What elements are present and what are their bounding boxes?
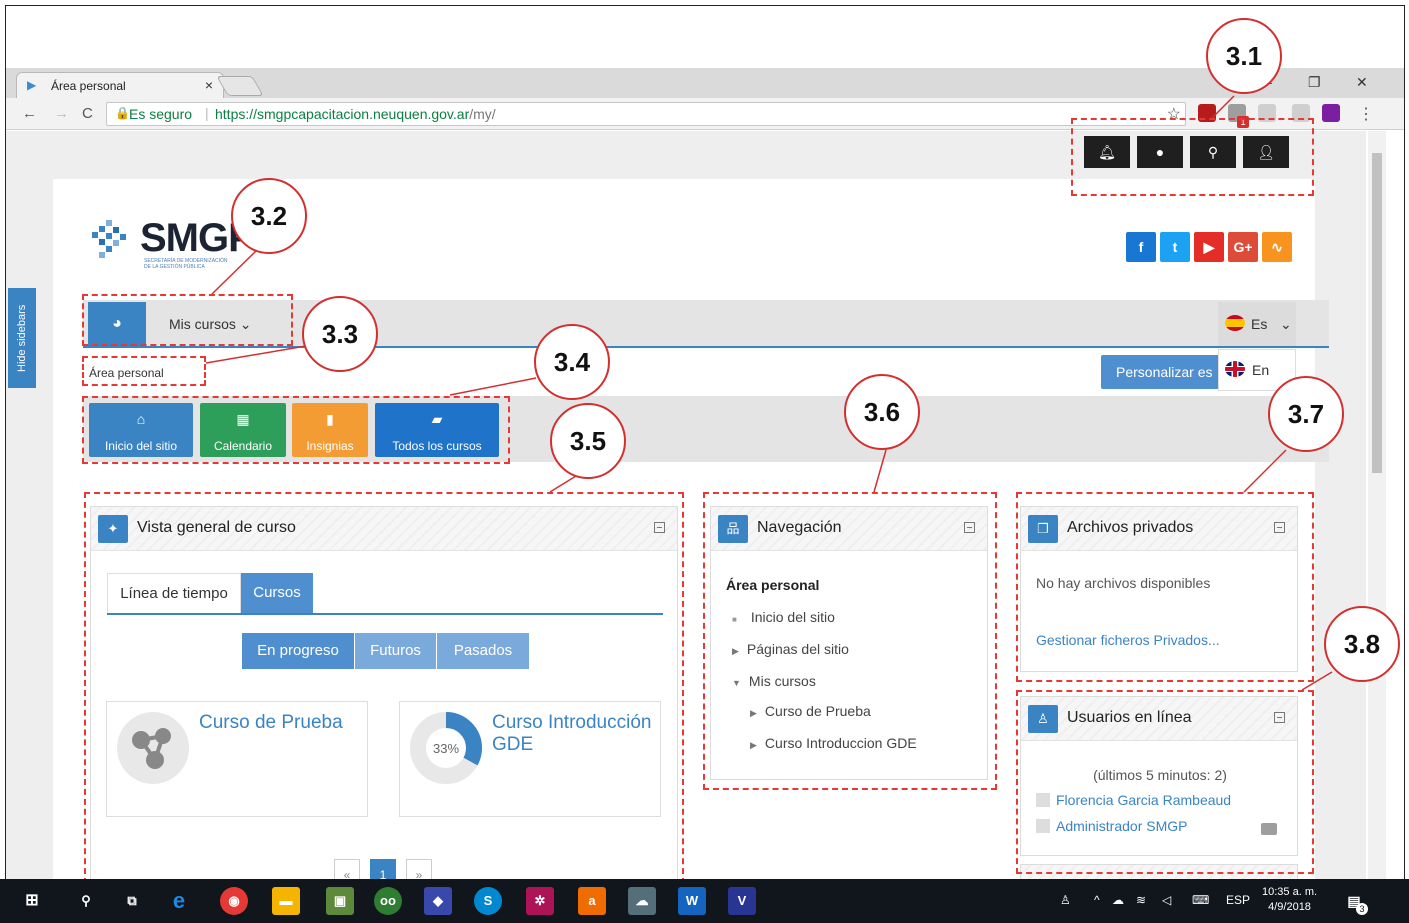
- volume-icon[interactable]: ◁: [1162, 893, 1171, 907]
- annotation-label-3-7: 3.7: [1268, 376, 1344, 452]
- annotation-label-3-5: 3.5: [550, 403, 626, 479]
- scrollbar-thumb[interactable]: [1372, 153, 1382, 473]
- avast-icon[interactable]: a: [578, 887, 606, 915]
- page-scrollbar[interactable]: [1368, 131, 1386, 883]
- address-bar[interactable]: 🔒 Es seguro | https://smgpcapacitacion.n…: [106, 102, 1186, 126]
- chevron-down-icon: ⌄: [1280, 316, 1292, 332]
- twitter-icon[interactable]: t: [1160, 232, 1190, 262]
- people-icon[interactable]: ♙: [1060, 893, 1071, 907]
- language-option-en[interactable]: En: [1252, 362, 1269, 378]
- facebook-icon[interactable]: f: [1126, 232, 1156, 262]
- notification-count: 3: [1356, 903, 1368, 915]
- file-explorer-icon[interactable]: ▬: [272, 887, 300, 915]
- omnibox-separator: |: [205, 105, 209, 121]
- skype-icon[interactable]: S: [474, 887, 502, 915]
- clock-time: 10:35 a. m.: [1262, 886, 1318, 898]
- window-close-icon[interactable]: ✕: [1356, 74, 1368, 91]
- lock-icon: 🔒: [115, 106, 130, 120]
- windows-taskbar: ⊞ ⚲ ⧉ e ◉ ▬ ▣ oo ◆ S ✲ a ☁ W V ♙ ^ ☁ ≋ ◁…: [0, 879, 1409, 923]
- word-icon[interactable]: W: [678, 887, 706, 915]
- annotation-label-3-1: 3.1: [1206, 18, 1282, 94]
- keyboard-icon[interactable]: ⌨: [1192, 893, 1209, 907]
- language-current: Es: [1251, 316, 1268, 332]
- restore-icon[interactable]: ❐: [1308, 74, 1321, 91]
- task-view-icon[interactable]: ⧉: [118, 887, 146, 915]
- rss-icon[interactable]: ∿: [1262, 232, 1292, 262]
- taskbar-clock[interactable]: 10:35 a. m. 4/9/2018: [1262, 885, 1317, 915]
- browser-tab[interactable]: ▶ Área personal ×: [16, 72, 224, 98]
- edge-browser-icon[interactable]: e: [165, 887, 193, 915]
- forward-icon[interactable]: →: [54, 105, 69, 122]
- annotation-box-3-2: [82, 294, 293, 346]
- annotation-label-3-2: 3.2: [231, 178, 307, 254]
- reload-icon[interactable]: C: [82, 105, 93, 122]
- smgp-logo-mark-icon: [92, 220, 126, 258]
- input-language[interactable]: ESP: [1226, 893, 1250, 907]
- wifi-icon[interactable]: ≋: [1136, 893, 1146, 907]
- browser-tabstrip: ▶ Área personal × – ❐ ✕: [6, 68, 1404, 98]
- browser-menu-icon[interactable]: ⋮: [1358, 104, 1374, 124]
- security-label: Es seguro: [129, 106, 193, 122]
- screenshot-frame: ▶ Área personal × – ❐ ✕ ← → C 🔒 Es segur…: [5, 5, 1405, 918]
- annotation-box-3-7: [1016, 492, 1314, 682]
- chrome-icon[interactable]: ◉: [220, 887, 248, 915]
- google-plus-icon[interactable]: G+: [1228, 232, 1258, 262]
- uk-flag-icon: [1225, 361, 1245, 377]
- annotation-label-3-8: 3.8: [1324, 606, 1400, 682]
- windows-start-icon[interactable]: ⊞: [18, 887, 46, 915]
- tray-expand-icon[interactable]: ^: [1094, 893, 1100, 907]
- visio-icon[interactable]: V: [728, 887, 756, 915]
- annotation-label-3-4: 3.4: [534, 324, 610, 400]
- customize-page-button[interactable]: Personalizar es: [1101, 355, 1219, 389]
- annotation-label-3-3: 3.3: [302, 296, 378, 372]
- app-icon[interactable]: ◆: [424, 887, 452, 915]
- onenote-extension-icon[interactable]: [1322, 104, 1340, 122]
- app-icon[interactable]: ✲: [526, 887, 554, 915]
- clock-date: 4/9/2018: [1268, 901, 1311, 913]
- site-favicon-icon: ▶: [27, 78, 37, 92]
- logo-subtitle: SECRETARÍA DE MODERNIZACIÓN DE LA GESTIÓ…: [144, 258, 228, 270]
- annotation-box-3-3: [82, 356, 206, 386]
- spain-flag-icon: [1225, 315, 1245, 331]
- annotation-box-3-4: [82, 396, 510, 464]
- url-path: /my/: [469, 106, 496, 122]
- url-host: https://smgpcapacitacion.neuquen.gov.ar: [215, 106, 470, 122]
- app-icon[interactable]: ☁: [628, 887, 656, 915]
- hide-sidebars-button[interactable]: Hide sidebars: [8, 288, 36, 388]
- back-icon[interactable]: ←: [22, 105, 37, 122]
- annotation-label-3-6: 3.6: [844, 374, 920, 450]
- language-selector[interactable]: Es ⌄: [1218, 302, 1296, 346]
- app-icon[interactable]: ▣: [326, 887, 354, 915]
- annotation-box-3-5: [84, 492, 684, 884]
- annotation-box-3-6: [703, 492, 997, 790]
- tab-title: Área personal: [51, 79, 126, 93]
- annotation-box-3-8: [1016, 690, 1314, 874]
- network-icon[interactable]: ☁: [1112, 893, 1124, 907]
- tab-close-icon[interactable]: ×: [205, 77, 213, 93]
- annotation-box-3-1: [1071, 118, 1314, 196]
- tripadvisor-icon[interactable]: oo: [374, 887, 402, 915]
- url-text[interactable]: https://smgpcapacitacion.neuquen.gov.ar/…: [215, 106, 496, 122]
- search-icon[interactable]: ⚲: [72, 887, 100, 915]
- youtube-icon[interactable]: ▶: [1194, 232, 1224, 262]
